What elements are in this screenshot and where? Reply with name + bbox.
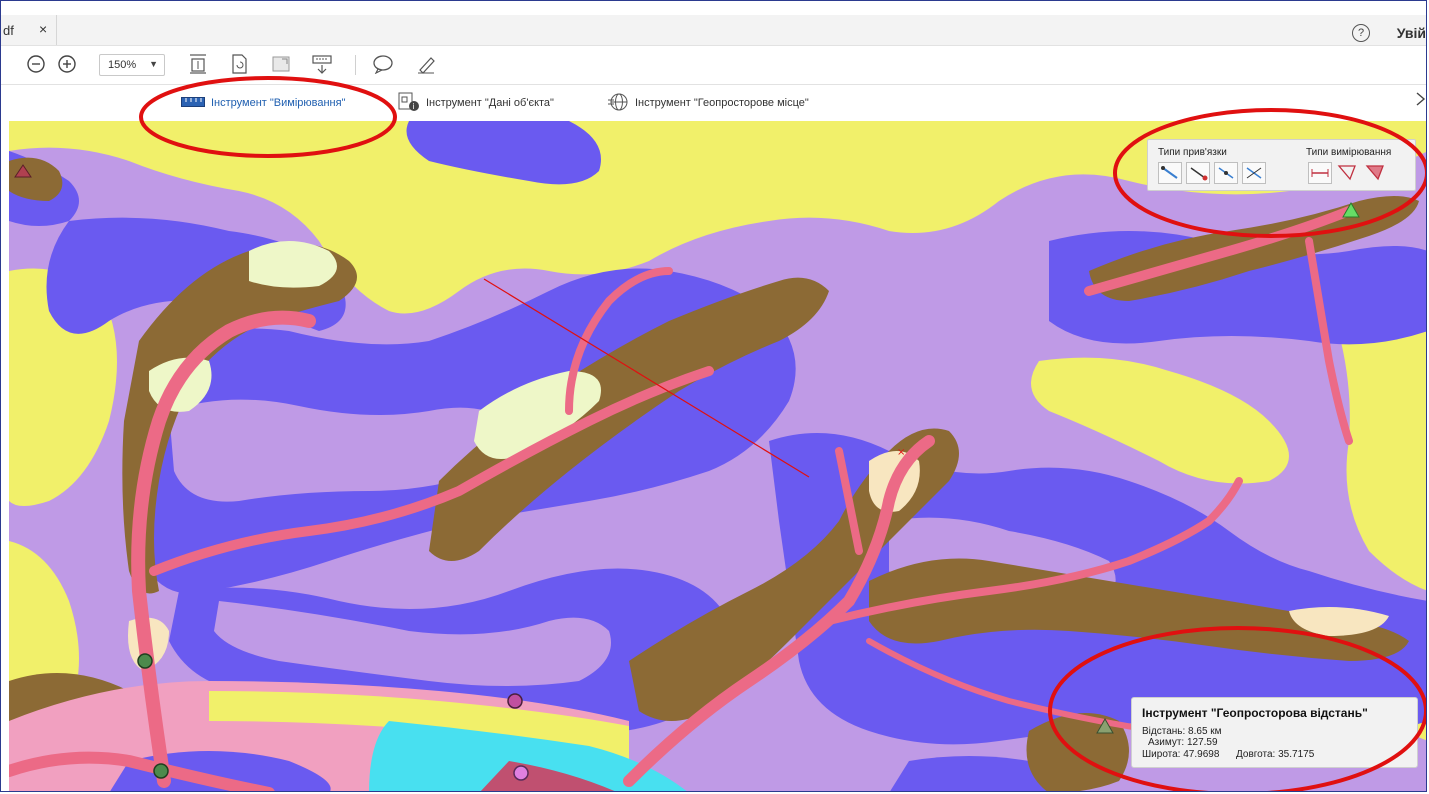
tab-bar: df × ? Увій — [1, 1, 1426, 46]
svg-text:i: i — [413, 102, 415, 111]
geological-map[interactable]: × — [9, 121, 1426, 791]
svg-text:×: × — [897, 447, 905, 458]
snap-to-midpoint-icon[interactable] — [1214, 162, 1238, 184]
object-data-tool-label: Інструмент "Дані об'єкта" — [426, 97, 554, 109]
measure-tool-button[interactable]: Інструмент "Вимірювання" — [181, 94, 346, 112]
zoom-in-icon[interactable] — [56, 53, 78, 75]
globe-icon — [607, 92, 629, 115]
toolbar-divider — [355, 55, 356, 75]
snap-types-label: Типи прив'язки — [1158, 147, 1227, 158]
measure-types-label: Типи вимірювання — [1306, 147, 1392, 158]
geospatial-distance-panel: Інструмент "Геопросторова відстань" Відс… — [1131, 697, 1418, 768]
document-tab-label: df — [3, 23, 14, 38]
zoom-select[interactable]: 150% ▼ — [99, 54, 165, 76]
zoom-out-icon[interactable] — [25, 53, 47, 75]
geo-location-tool-label: Інструмент "Геопросторове місце" — [635, 97, 809, 109]
left-edge-strip — [1, 121, 9, 791]
help-icon[interactable]: ? — [1352, 24, 1370, 42]
snap-to-path-icon[interactable] — [1158, 162, 1182, 184]
sign-in-button[interactable]: Увій — [1397, 25, 1426, 41]
close-tab-icon[interactable]: × — [39, 21, 47, 37]
close-tools-icon[interactable] — [1416, 92, 1426, 111]
latitude-value: Широта: 47.9698 — [1142, 749, 1220, 760]
perimeter-measure-icon[interactable] — [1336, 162, 1360, 184]
main-toolbar: 150% ▼ — [1, 46, 1426, 85]
snap-to-endpoint-icon[interactable] — [1186, 162, 1210, 184]
chevron-down-icon: ▼ — [149, 59, 158, 69]
page-display-icon[interactable] — [311, 53, 333, 75]
app-window: df × ? Увій 150% ▼ Інструмент "Вимірюван… — [0, 0, 1427, 792]
ruler-icon — [181, 96, 205, 110]
distance-measure-icon[interactable] — [1308, 162, 1332, 184]
highlight-icon[interactable] — [416, 53, 438, 75]
tab-bar-background — [57, 15, 1426, 45]
object-data-icon: i — [398, 92, 420, 115]
object-data-tool-button[interactable]: i Інструмент "Дані об'єкта" — [398, 92, 554, 115]
measure-tool-label: Інструмент "Вимірювання" — [211, 97, 346, 109]
longitude-value: Довгота: 35.7175 — [1236, 749, 1315, 760]
azimuth-value: Азимут: 127.59 — [1148, 737, 1218, 748]
full-screen-icon[interactable] — [270, 53, 292, 75]
info-panel-title: Інструмент "Геопросторова відстань" — [1142, 706, 1368, 720]
snap-to-intersection-icon[interactable] — [1242, 162, 1266, 184]
geo-location-tool-button[interactable]: Інструмент "Геопросторове місце" — [607, 92, 809, 115]
document-tab[interactable]: df × — [1, 15, 57, 45]
fit-page-icon[interactable] — [187, 53, 209, 75]
comment-icon[interactable] — [372, 53, 394, 75]
distance-value: Відстань: 8.65 км — [1142, 726, 1222, 737]
measure-types-panel: Типи прив'язки Типи вимірювання — [1147, 139, 1416, 191]
map-canvas: × — [9, 121, 1426, 791]
zoom-value: 150% — [108, 59, 137, 71]
rotate-page-icon[interactable] — [228, 53, 250, 75]
area-measure-icon[interactable] — [1364, 162, 1388, 184]
geospatial-tools-row: Інструмент "Вимірювання" i Інструмент "Д… — [1, 85, 1426, 121]
